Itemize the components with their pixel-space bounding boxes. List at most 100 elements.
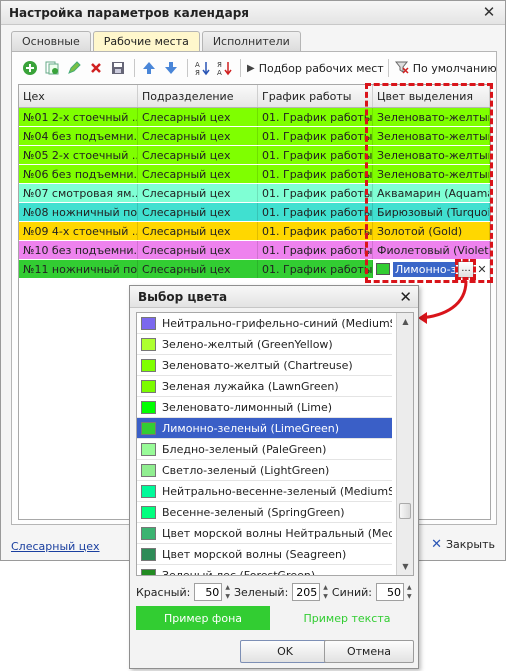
list-scrollbar[interactable]: ▲ ▼ [396,313,413,575]
color-list-item[interactable]: Бледно-зеленый (PaleGreen) [137,439,392,460]
table-row[interactable]: №05 2-х стоечный ... Слесарный цех 01. Гра… [19,146,490,165]
cell-schedule[interactable]: 01. График работы ... [258,222,373,240]
default-button[interactable]: По умолчанию [394,60,497,77]
footer-close-label: Закрыть [446,538,495,551]
cell-schedule[interactable]: 01. График работы ... [258,260,373,278]
svg-text:Я: Я [217,61,222,69]
edit-icon[interactable] [64,58,84,78]
tab-executors[interactable]: Исполнители [201,31,301,51]
cell-schedule[interactable]: 01. График работы ... [258,146,373,164]
cell-color[interactable]: Зеленовато-желтый... [373,108,490,126]
color-list-item[interactable]: Зеленовато-желтый (Chartreuse) [137,355,392,376]
cell-division[interactable]: Слесарный цех [138,241,258,259]
cell-shop[interactable]: №11 ножничный по... [19,260,138,278]
color-list-item[interactable]: Лимонно-зеленый (LimeGreen) [137,418,392,439]
cell-color[interactable]: Зеленовато-желтый... [373,146,490,164]
table-row[interactable]: №11 ножничный по... Слесарный цех 01. Граф… [19,260,490,279]
table-row[interactable]: №08 ножничный по... Слесарный цех 01. Граф… [19,203,490,222]
color-edit-value[interactable]: Лимонно-зе... [393,261,456,277]
delete-icon[interactable] [86,58,106,78]
close-icon[interactable]: ✕ [481,4,497,20]
sort-desc-icon[interactable]: ЯA [214,58,234,78]
color-name: Цвет морской волны Нейтральный (Mediu... [162,526,392,540]
cell-color[interactable]: Зеленовато-желтый... [373,165,490,183]
cell-schedule[interactable]: 01. График работы ... [258,108,373,126]
cell-schedule[interactable]: 01. График работы ... [258,241,373,259]
cell-shop[interactable]: №01 2-х стоечный ... [19,108,138,126]
scroll-up-icon[interactable]: ▲ [397,313,413,330]
scroll-down-icon[interactable]: ▼ [397,558,413,575]
table-row[interactable]: №06 без подъемни... Слесарный цех 01. Граф… [19,165,490,184]
cell-division[interactable]: Слесарный цех [138,127,258,145]
green-spinner-icon[interactable]: ▲ ▼ [323,583,328,601]
cell-color[interactable]: Лимонно-зе......✕ [373,260,490,278]
table-row[interactable]: №09 4-х стоечный ... Слесарный цех 01. Гра… [19,222,490,241]
add-icon[interactable] [20,58,40,78]
tab-workplaces[interactable]: Рабочие места [92,31,200,52]
select-workplaces-label: Подбор рабочих мест [258,61,384,75]
cell-shop[interactable]: №08 ножничный по... [19,203,138,221]
color-list-item[interactable]: Светло-зеленый (LightGreen) [137,460,392,481]
move-down-icon[interactable] [161,58,181,78]
tab-main[interactable]: Основные [11,31,91,51]
cell-schedule[interactable]: 01. График работы ... [258,184,373,202]
cell-schedule[interactable]: 01. График работы ... [258,165,373,183]
save-icon[interactable] [108,58,128,78]
green-input[interactable] [292,583,321,601]
cell-color[interactable]: Аквамарин (Aquama... [373,184,490,202]
ok-button[interactable]: OK [240,640,330,663]
cell-shop[interactable]: №04 без подъемни... [19,127,138,145]
cell-color[interactable]: Золотой (Gold) [373,222,490,240]
table-row[interactable]: №10 без подъемни... Слесарный цех 01. Граф… [19,241,490,260]
color-list-item[interactable]: Весенне-зеленый (SpringGreen) [137,502,392,523]
cell-division[interactable]: Слесарный цех [138,108,258,126]
color-list-item[interactable]: Зеленый лес (ForestGreen) [137,565,392,575]
cell-division[interactable]: Слесарный цех [138,222,258,240]
color-list-item[interactable]: Нейтрально-весенне-зеленый (MediumSprin.… [137,481,392,502]
table-row[interactable]: №04 без подъемни... Слесарный цех 01. Граф… [19,127,490,146]
copy-icon[interactable] [42,58,62,78]
col-header-color[interactable]: Цвет выделения [373,85,490,107]
col-header-division[interactable]: Подразделение [138,85,258,107]
cell-shop[interactable]: №07 смотровая ям... [19,184,138,202]
cancel-button[interactable]: Отмена [324,640,414,663]
color-swatch [141,463,156,477]
cell-schedule[interactable]: 01. График работы ... [258,127,373,145]
clear-icon[interactable]: ✕ [475,261,489,278]
color-list-item[interactable]: Цвет морской волны (Seagreen) [137,544,392,565]
cell-color[interactable]: Зеленовато-желтый... [373,127,490,145]
cell-color[interactable]: Бирюзовый (Turquoi... [373,203,490,221]
table-row[interactable]: №01 2-х стоечный ... Слесарный цех 01. Гра… [19,108,490,127]
color-list-item[interactable]: Зеленая лужайка (LawnGreen) [137,376,392,397]
cell-division[interactable]: Слесарный цех [138,146,258,164]
close-icon[interactable]: ✕ [399,288,412,306]
cell-shop[interactable]: №06 без подъемни... [19,165,138,183]
choose-color-button[interactable]: ... [458,260,474,278]
blue-spinner-icon[interactable]: ▲ ▼ [407,583,412,601]
footer-shop-link[interactable]: Слесарный цех [11,540,100,553]
cell-shop[interactable]: №05 2-х стоечный ... [19,146,138,164]
cell-shop[interactable]: №10 без подъемни... [19,241,138,259]
color-list-item[interactable]: Зелено-желтый (GreenYellow) [137,334,392,355]
cell-division[interactable]: Слесарный цех [138,184,258,202]
col-header-shop[interactable]: Цех [19,85,138,107]
cell-division[interactable]: Слесарный цех [138,203,258,221]
footer-close-button[interactable]: ✕ Закрыть [431,537,495,552]
scroll-thumb[interactable] [399,503,411,519]
cell-shop[interactable]: №09 4-х стоечный ... [19,222,138,240]
color-list-item[interactable]: Цвет морской волны Нейтральный (Mediu... [137,523,392,544]
red-input[interactable] [194,583,223,601]
table-row[interactable]: №07 смотровая ям... Слесарный цех 01. Граф… [19,184,490,203]
move-up-icon[interactable] [139,58,159,78]
color-list-item[interactable]: Нейтрально-грифельно-синий (MediumSlate.… [137,313,392,334]
cell-division[interactable]: Слесарный цех [138,260,258,278]
cell-division[interactable]: Слесарный цех [138,165,258,183]
blue-input[interactable] [375,583,404,601]
col-header-schedule[interactable]: График работы [258,85,373,107]
cell-color[interactable]: Фиолетовый (Violet) [373,241,490,259]
color-list-item[interactable]: Зеленовато-лимонный (Lime) [137,397,392,418]
sort-asc-icon[interactable]: AЯ [192,58,212,78]
cell-schedule[interactable]: 01. График работы ... [258,203,373,221]
red-spinner-icon[interactable]: ▲ ▼ [225,583,230,601]
select-workplaces-button[interactable]: ▶ Подбор рабочих мест [247,62,384,75]
